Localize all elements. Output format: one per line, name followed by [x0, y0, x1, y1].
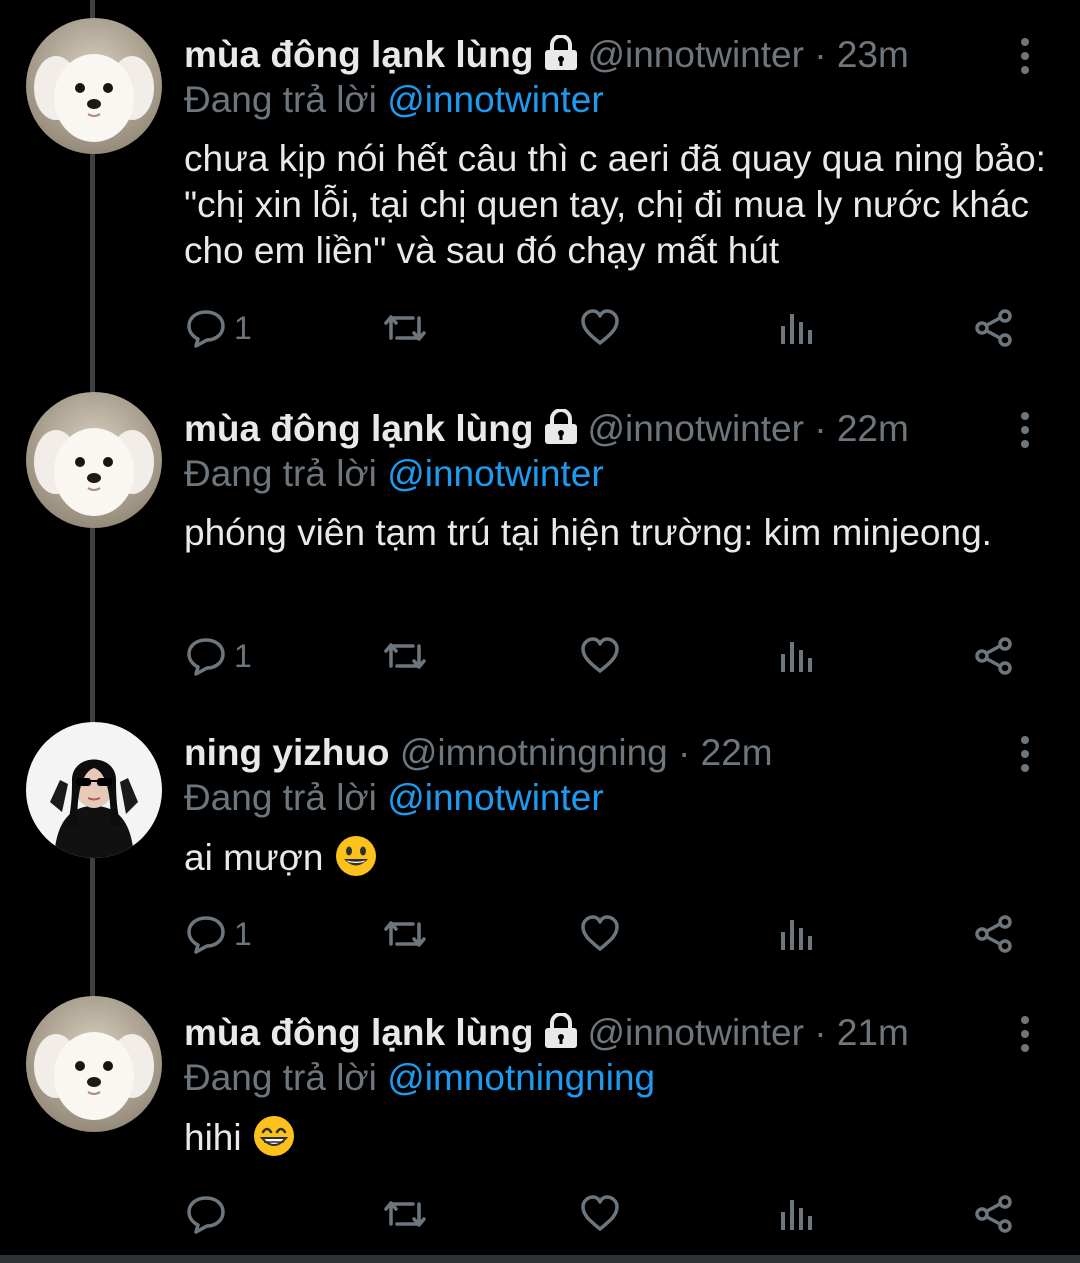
- retweet-button[interactable]: [383, 298, 427, 358]
- reply-icon: [186, 308, 226, 348]
- author-name[interactable]: mùa đông lạnk lùng: [184, 34, 533, 75]
- retweet-button[interactable]: [383, 904, 427, 964]
- reply-button[interactable]: [186, 1184, 234, 1244]
- analytics-button[interactable]: [780, 626, 814, 686]
- more-icon[interactable]: [1010, 734, 1040, 774]
- avatar[interactable]: [26, 996, 162, 1132]
- author-handle[interactable]: @innotwinter: [587, 34, 804, 75]
- share-button[interactable]: [974, 1184, 1014, 1244]
- like-icon: [580, 636, 620, 676]
- replying-to: Đang trả lời @imnotningning: [184, 1054, 655, 1102]
- tweet-header: ning yizhuo @imnotningning · 22m: [184, 728, 773, 778]
- like-icon: [580, 308, 620, 348]
- timestamp[interactable]: 23m: [837, 34, 909, 75]
- retweet-icon: [383, 914, 427, 954]
- reply-count: 1: [234, 637, 252, 674]
- reply-mention[interactable]: @imnotningning: [387, 1057, 655, 1098]
- grinning-face-emoji: [334, 834, 378, 889]
- replying-to: Đang trả lời @innotwinter: [184, 450, 604, 498]
- share-button[interactable]: [974, 626, 1014, 686]
- tweet-header: mùa đông lạnk lùng @innotwinter · 21m: [184, 1008, 909, 1058]
- tweet-text: hihi: [184, 1117, 242, 1158]
- avatar[interactable]: [26, 18, 162, 154]
- tweet-actions: 1: [0, 298, 1080, 358]
- author-name[interactable]: mùa đông lạnk lùng: [184, 1012, 533, 1053]
- tweet-text: ai mượn: [184, 837, 324, 878]
- like-button[interactable]: [580, 904, 620, 964]
- more-icon[interactable]: [1010, 1014, 1040, 1054]
- tweet-header: mùa đông lạnk lùng @innotwinter · 22m: [184, 404, 909, 454]
- avatar[interactable]: [26, 722, 162, 858]
- reply-mention[interactable]: @innotwinter: [387, 79, 604, 120]
- tweet-actions: [0, 1184, 1080, 1244]
- retweet-button[interactable]: [383, 1184, 427, 1244]
- author-handle[interactable]: @imnotningning: [400, 732, 668, 773]
- like-icon: [580, 1194, 620, 1234]
- like-button[interactable]: [580, 1184, 620, 1244]
- timestamp[interactable]: 22m: [837, 408, 909, 449]
- like-button[interactable]: [580, 626, 620, 686]
- reply-button[interactable]: 1: [186, 626, 252, 686]
- timestamp[interactable]: 22m: [701, 732, 773, 773]
- retweet-button[interactable]: [383, 626, 427, 686]
- tweet-text-container: ai mượn: [184, 834, 1064, 889]
- author-handle[interactable]: @innotwinter: [587, 1012, 804, 1053]
- retweet-icon: [383, 636, 427, 676]
- share-icon: [974, 1194, 1014, 1234]
- like-button[interactable]: [580, 298, 620, 358]
- tweet-text: phóng viên tạm trú tại hiện trường: kim …: [184, 512, 992, 553]
- analytics-button[interactable]: [780, 298, 814, 358]
- author-name[interactable]: mùa đông lạnk lùng: [184, 408, 533, 449]
- replying-to: Đang trả lời @innotwinter: [184, 76, 604, 124]
- share-icon: [974, 914, 1014, 954]
- analytics-icon: [780, 914, 814, 954]
- timestamp[interactable]: 21m: [837, 1012, 909, 1053]
- beaming-face-emoji: [252, 1114, 296, 1169]
- reply-prefix: Đang trả lời: [184, 79, 377, 120]
- reply-mention[interactable]: @innotwinter: [387, 777, 604, 818]
- analytics-button[interactable]: [780, 1184, 814, 1244]
- analytics-icon: [780, 636, 814, 676]
- analytics-button[interactable]: [780, 904, 814, 964]
- more-icon[interactable]: [1010, 36, 1040, 76]
- reply-count: 1: [234, 309, 252, 346]
- separator-dot: ·: [803, 34, 837, 75]
- reply-icon: [186, 914, 226, 954]
- reply-button[interactable]: 1: [186, 904, 252, 964]
- reply-icon: [186, 636, 226, 676]
- replying-to: Đang trả lời @innotwinter: [184, 774, 604, 822]
- share-icon: [974, 308, 1014, 348]
- separator-dot: ·: [803, 1012, 837, 1053]
- share-button[interactable]: [974, 904, 1014, 964]
- reply-prefix: Đang trả lời: [184, 453, 377, 494]
- author-name[interactable]: ning yizhuo: [184, 732, 390, 773]
- analytics-icon: [780, 1194, 814, 1234]
- reply-prefix: Đang trả lời: [184, 777, 377, 818]
- tweet-actions: 1: [0, 626, 1080, 686]
- share-icon: [974, 636, 1014, 676]
- separator-dot: ·: [803, 408, 837, 449]
- reply-prefix: Đang trả lời: [184, 1057, 377, 1098]
- tweet-text-container: hihi: [184, 1114, 1064, 1169]
- more-icon[interactable]: [1010, 410, 1040, 450]
- reply-icon: [186, 1194, 226, 1234]
- tweet-header: mùa đông lạnk lùng @innotwinter · 23m: [184, 30, 909, 80]
- tweet-actions: 1: [0, 904, 1080, 964]
- analytics-icon: [780, 308, 814, 348]
- author-handle[interactable]: @innotwinter: [587, 408, 804, 449]
- like-icon: [580, 914, 620, 954]
- reply-mention[interactable]: @innotwinter: [387, 453, 604, 494]
- tweet-text: chưa kịp nói hết câu thì c aeri đã quay …: [184, 138, 1046, 271]
- reply-count: 1: [234, 915, 252, 952]
- retweet-icon: [383, 308, 427, 348]
- avatar[interactable]: [26, 392, 162, 528]
- separator-dot: ·: [667, 732, 701, 773]
- reply-button[interactable]: 1: [186, 298, 252, 358]
- retweet-icon: [383, 1194, 427, 1234]
- share-button[interactable]: [974, 298, 1014, 358]
- bottom-divider: [0, 1255, 1080, 1263]
